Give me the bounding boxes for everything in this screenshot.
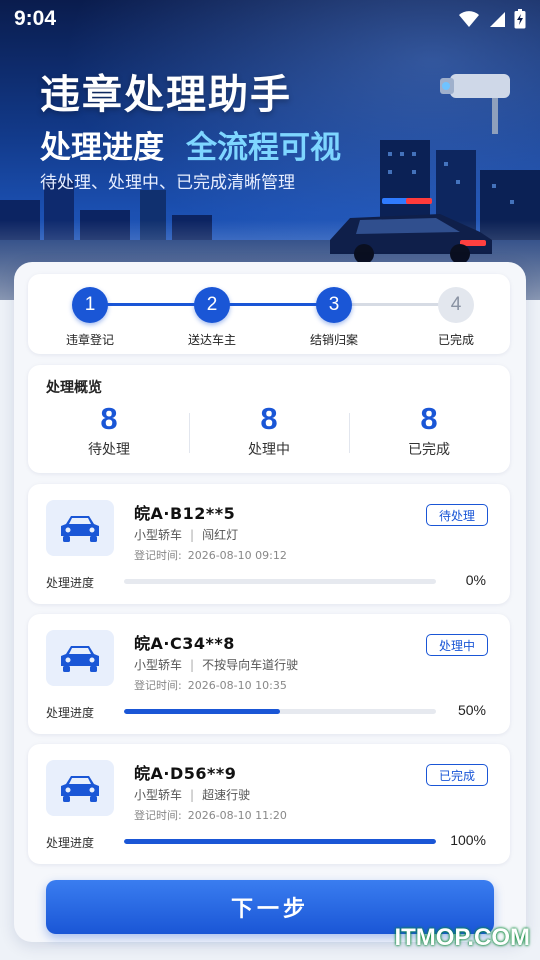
car-icon (61, 776, 99, 802)
step-2[interactable]: 2 送达车主 (172, 287, 252, 348)
vehicle-type: 小型轿车 (134, 788, 183, 802)
overview-completed-count: 8 (420, 401, 438, 436)
registration-time: 登记时间: 2026-08-10 10:35 (134, 677, 287, 693)
license-plate: 皖A·C34**8 (134, 634, 235, 653)
car-icon-tile (46, 760, 114, 816)
step-1[interactable]: 1 违章登记 (50, 287, 130, 348)
registration-time: 登记时间: 2026-08-10 09:12 (134, 547, 287, 563)
progress-label: 处理进度 (46, 706, 95, 720)
step-2-label: 送达车主 (187, 333, 236, 347)
violation-type: 不按导向车道行驶 (202, 658, 299, 672)
registration-time-label: 登记时间: (134, 549, 182, 562)
step-3-label: 结销归案 (309, 333, 358, 347)
step-4-label: 已完成 (437, 333, 474, 347)
car-icon-tile (46, 500, 114, 556)
hero-description: 待处理、处理中、已完成清晰管理 (40, 173, 295, 193)
overview-title: 处理概览 (46, 380, 102, 396)
registration-time-value: 2026-08-10 09:12 (187, 549, 287, 562)
violation-record-card[interactable]: 皖A·B12**5 小型轿车 | 闯红灯 登记时间: 2026-08-10 09:12… (28, 484, 510, 604)
status-icons (458, 9, 526, 29)
overview-pending-label: 待处理 (88, 442, 130, 458)
car-icon (61, 646, 99, 672)
registration-time-label: 登记时间: (134, 809, 182, 822)
violation-type: 闯红灯 (202, 528, 239, 542)
registration-time-label: 登记时间: (134, 679, 182, 692)
vehicle-info: 小型轿车 | 不按导向车道行驶 (134, 656, 298, 673)
progress-bar (124, 579, 436, 584)
violation-type: 超速行驶 (202, 788, 251, 802)
step-1-label: 违章登记 (65, 333, 114, 347)
overview-completed[interactable]: 8 已完成 (349, 401, 509, 459)
traffic-camera-illustration (440, 74, 510, 134)
hero-subtitle-visual: 全流程可视 (186, 130, 341, 166)
progress-label: 处理进度 (46, 576, 95, 590)
separator: | (190, 528, 195, 542)
progress-bar (124, 839, 436, 844)
step-4-number: 4 (438, 287, 474, 323)
overview-processing-count: 8 (260, 401, 278, 436)
vehicle-type: 小型轿车 (134, 528, 183, 542)
progress-value: 100% (450, 832, 486, 848)
battery-charging-icon (514, 9, 526, 29)
step-2-number: 2 (194, 287, 230, 323)
main-panel: 1 违章登记 2 送达车主 3 结销归案 4 已完成 处理概览 8 待处理 8 … (14, 262, 526, 942)
status-bar: 9:04 (0, 0, 540, 38)
site-watermark: ITMOP.COM (394, 924, 530, 951)
progress-value: 50% (457, 702, 486, 718)
process-stepper: 1 违章登记 2 送达车主 3 结销归案 4 已完成 (28, 274, 510, 354)
progress-fill (124, 839, 436, 844)
overview-card: 处理概览 8 待处理 8 处理中 8 已完成 (28, 365, 510, 473)
signal-icon (490, 12, 505, 27)
progress-fill (124, 709, 280, 714)
car-icon-tile (46, 630, 114, 686)
status-badge: 已完成 (425, 764, 488, 786)
registration-time-value: 2026-08-10 11:20 (187, 809, 287, 822)
police-car-illustration (330, 198, 492, 264)
overview-completed-label: 已完成 (408, 442, 450, 458)
separator: | (190, 788, 195, 802)
registration-time: 登记时间: 2026-08-10 11:20 (134, 807, 287, 823)
vehicle-info: 小型轿车 | 闯红灯 (134, 526, 238, 543)
status-badge: 处理中 (425, 634, 488, 656)
registration-time-value: 2026-08-10 10:35 (187, 679, 287, 692)
step-3[interactable]: 3 结销归案 (294, 287, 374, 348)
license-plate: 皖A·D56**9 (134, 764, 237, 783)
status-badge: 待处理 (425, 504, 488, 526)
vehicle-info: 小型轿车 | 超速行驶 (134, 786, 250, 803)
vehicle-type: 小型轿车 (134, 658, 183, 672)
overview-pending-count: 8 (100, 401, 118, 436)
license-plate: 皖A·B12**5 (134, 504, 236, 523)
separator: | (190, 658, 195, 672)
overview-processing-label: 处理中 (248, 442, 290, 458)
progress-label: 处理进度 (46, 836, 95, 850)
progress-bar (124, 709, 436, 714)
violation-record-card[interactable]: 皖A·C34**8 小型轿车 | 不按导向车道行驶 登记时间: 2026-08-10 … (28, 614, 510, 734)
overview-processing[interactable]: 8 处理中 (189, 401, 349, 459)
step-4[interactable]: 4 已完成 (416, 287, 496, 348)
app-title: 违章处理助手 (40, 72, 292, 118)
step-3-number: 3 (316, 287, 352, 323)
hero-subtitle: 处理进度 全流程可视 (40, 122, 341, 167)
wifi-icon (459, 11, 479, 27)
car-icon (61, 516, 99, 542)
progress-value: 0% (465, 572, 486, 588)
violation-record-card[interactable]: 皖A·D56**9 小型轿车 | 超速行驶 登记时间: 2026-08-10 11:2… (28, 744, 510, 864)
overview-pending[interactable]: 8 待处理 (29, 401, 189, 459)
hero-subtitle-progress: 处理进度 (40, 130, 164, 166)
status-time: 9:04 (14, 7, 57, 30)
step-1-number: 1 (72, 287, 108, 323)
